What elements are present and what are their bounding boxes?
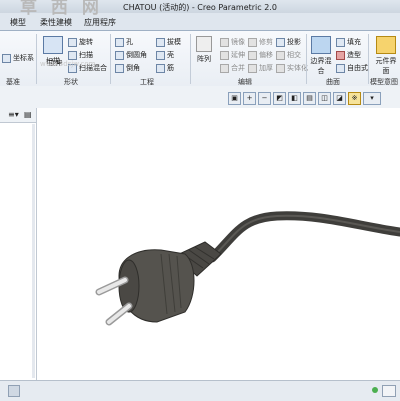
- merge-icon: [220, 63, 229, 73]
- saved-views-icon[interactable]: ▤: [303, 92, 316, 105]
- model-tree-panel: ≡▾ ▤: [0, 108, 37, 380]
- trim-icon: [248, 37, 257, 47]
- extend-icon: [220, 50, 229, 60]
- rib-button[interactable]: 筋: [156, 63, 174, 73]
- selection-filter-dropdown[interactable]: [382, 385, 396, 397]
- mirror-button[interactable]: 镜像: [220, 37, 245, 47]
- boundary-blend-button[interactable]: 边界混合: [308, 36, 334, 76]
- freestyle-icon: [336, 63, 345, 73]
- solidify-button[interactable]: 实体化: [276, 63, 308, 73]
- status-bar: [0, 380, 400, 401]
- draft-button[interactable]: 拔模: [156, 37, 181, 47]
- round-button[interactable]: 倒圆角: [115, 50, 147, 60]
- round-icon: [115, 50, 124, 60]
- power-cable: [207, 211, 400, 263]
- group-divider: [306, 34, 307, 84]
- merge-button[interactable]: 合并: [220, 63, 245, 73]
- offset-button[interactable]: 偏移: [248, 50, 273, 60]
- watermark-logo: 草 西 网: [20, 0, 103, 18]
- graphics-window: [37, 108, 400, 380]
- rib-icon: [156, 63, 165, 73]
- thicken-icon: [248, 63, 257, 73]
- tree-scrollbar[interactable]: [32, 124, 35, 378]
- shell-button[interactable]: 壳: [156, 50, 174, 60]
- watermark-url: www.3dsjw.com: [40, 60, 96, 68]
- component-interface-button[interactable]: 元件界面: [374, 36, 398, 76]
- fill-button[interactable]: 填充: [336, 37, 361, 47]
- thicken-button[interactable]: 加厚: [248, 63, 273, 73]
- sweep-icon: [43, 36, 63, 54]
- revolve-button[interactable]: 旋转: [68, 37, 93, 47]
- coordinate-system-icon: [2, 53, 11, 63]
- tab-flexible-modeling[interactable]: 柔性建模: [40, 17, 72, 28]
- coordinate-system-button[interactable]: 坐标系: [2, 53, 34, 63]
- draft-icon: [156, 37, 165, 47]
- sweep-small-icon: [68, 50, 77, 60]
- repaint-icon[interactable]: ◩: [273, 92, 286, 105]
- tab-model[interactable]: 模型: [10, 17, 26, 28]
- group-divider: [110, 34, 111, 84]
- view-manager-icon[interactable]: ◫: [318, 92, 331, 105]
- ribbon: 坐标系 基准 扫描 旋转 扫描 扫描混合 拉伸 形状 孔 倒圆角 倒角 拔模 壳…: [0, 31, 400, 86]
- shell-icon: [156, 50, 165, 60]
- status-icon[interactable]: [8, 385, 20, 397]
- solidify-icon: [276, 63, 285, 73]
- pattern-button[interactable]: 阵列: [194, 36, 214, 64]
- plug-model-view[interactable]: [37, 108, 400, 380]
- tree-settings-icon[interactable]: ≡▾: [8, 110, 19, 119]
- group-divider: [190, 34, 191, 84]
- boundary-blend-icon: [311, 36, 331, 54]
- annotation-display-icon[interactable]: ▾: [363, 92, 381, 105]
- trim-button[interactable]: 修剪: [248, 37, 273, 47]
- style-button[interactable]: 造型: [336, 50, 361, 60]
- group-divider: [36, 34, 37, 84]
- style-icon: [336, 50, 345, 60]
- chamfer-button[interactable]: 倒角: [115, 63, 140, 73]
- refit-icon[interactable]: ▣: [228, 92, 241, 105]
- perspective-icon[interactable]: ◪: [333, 92, 346, 105]
- revolve-icon: [68, 37, 77, 47]
- mirror-icon: [220, 37, 229, 47]
- zoom-in-icon[interactable]: +: [243, 92, 256, 105]
- project-button[interactable]: 投影: [276, 37, 301, 47]
- group-divider: [368, 34, 369, 84]
- zoom-out-icon[interactable]: −: [258, 92, 271, 105]
- tree-filter-icon[interactable]: ▤: [24, 110, 32, 119]
- offset-icon: [248, 50, 257, 60]
- component-interface-icon: [376, 36, 396, 54]
- datum-display-icon[interactable]: ※: [348, 92, 361, 105]
- hole-button[interactable]: 孔: [115, 37, 133, 47]
- chamfer-icon: [115, 63, 124, 73]
- intersect-button[interactable]: 相交: [276, 50, 301, 60]
- extend-button[interactable]: 延伸: [220, 50, 245, 60]
- intersect-icon: [276, 50, 285, 60]
- hole-icon: [115, 37, 124, 47]
- fill-icon: [336, 37, 345, 47]
- tab-applications[interactable]: 应用程序: [84, 17, 116, 28]
- sweep-small-button[interactable]: 扫描: [68, 50, 93, 60]
- display-style-icon[interactable]: ◧: [288, 92, 301, 105]
- freestyle-button[interactable]: 自由式: [336, 63, 368, 73]
- project-icon: [276, 37, 285, 47]
- pattern-icon: [196, 36, 212, 52]
- regeneration-status-icon: [372, 387, 378, 393]
- model-tree-header: ≡▾ ▤: [0, 108, 36, 123]
